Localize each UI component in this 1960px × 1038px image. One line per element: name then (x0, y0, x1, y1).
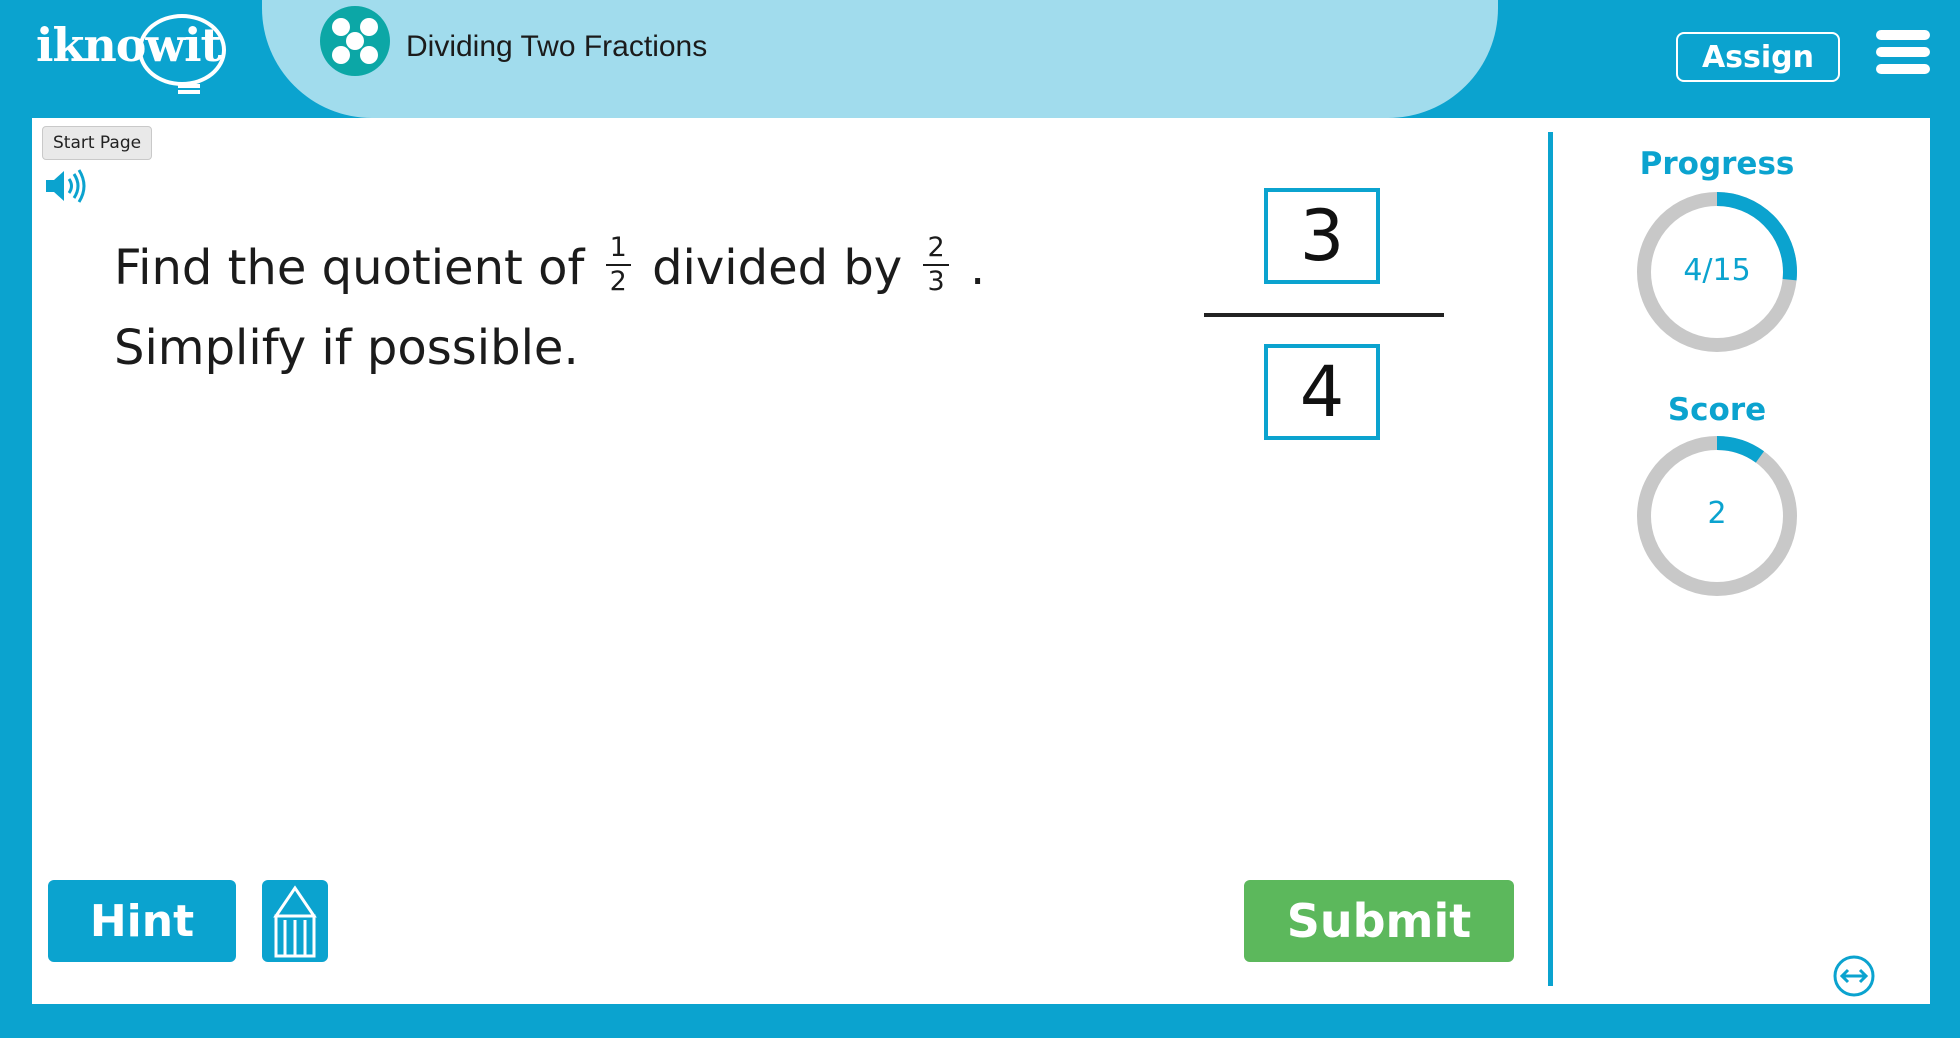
start-page-button[interactable]: Start Page (42, 126, 153, 160)
score-label: Score (1667, 392, 1767, 428)
question-prefix: Find the quotient of (114, 240, 585, 296)
question-line-2: Simplify if possible. (114, 320, 579, 376)
assign-button[interactable]: Assign (1676, 32, 1840, 82)
question-text: Find the quotient of 1 2 divided by 2 3 … (114, 228, 985, 388)
progress-label: Progress (1639, 146, 1795, 182)
speaker-icon[interactable] (44, 166, 90, 206)
lesson-title: Dividing Two Fractions (406, 30, 708, 63)
hamburger-menu-icon[interactable] (1876, 30, 1930, 74)
fraction-one-half: 1 2 (605, 232, 631, 298)
denominator-input[interactable]: 4 (1264, 344, 1380, 440)
question-line-1: Find the quotient of 1 2 divided by 2 3 … (114, 228, 985, 308)
submit-button[interactable]: Submit (1244, 880, 1514, 962)
fraction-denominator: 3 (927, 266, 945, 297)
pencil-icon (273, 885, 317, 958)
fraction-numerator: 2 (923, 232, 949, 266)
logo-bulb-base-icon (178, 84, 200, 94)
fraction-bar (1204, 313, 1444, 317)
numerator-input[interactable]: 3 (1264, 188, 1380, 284)
logo-bulb-ring-icon (138, 14, 226, 86)
dots-icon (320, 6, 390, 76)
score-value: 2 (1707, 496, 1727, 531)
progress-value: 4/15 (1683, 253, 1751, 288)
hint-button[interactable]: Hint (48, 880, 236, 962)
fraction-numerator: 1 (605, 232, 631, 266)
question-middle: divided by (652, 240, 903, 296)
panel-divider (1548, 132, 1553, 986)
question-suffix: . (969, 240, 986, 296)
fraction-two-thirds: 2 3 (923, 232, 949, 298)
fraction-denominator: 2 (609, 266, 627, 297)
horizontal-arrows-icon[interactable] (1832, 954, 1876, 998)
question-card: Start Page Find the quotient of 1 2 divi… (32, 118, 1930, 1004)
pencil-button[interactable] (262, 880, 328, 962)
